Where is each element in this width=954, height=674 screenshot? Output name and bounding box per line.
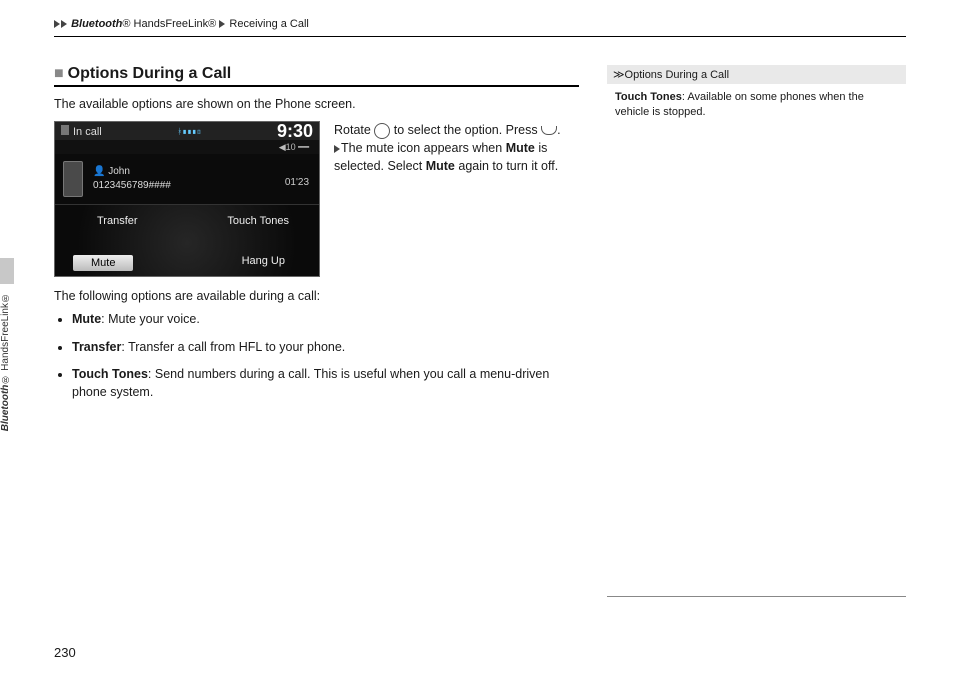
arrow-icon (61, 20, 67, 28)
side-column: ≫Options During a Call Touch Tones: Avai… (607, 65, 906, 597)
txt: The mute icon appears when (341, 141, 506, 155)
margin-label: Bluetooth® HandsFreeLink® (0, 292, 11, 431)
section-intro: The available options are shown on the P… (54, 97, 579, 111)
list-item: Mute: Mute your voice. (72, 311, 579, 329)
list-lead: The following options are available duri… (54, 289, 579, 303)
section-title: ■Options During a Call (54, 65, 579, 87)
call-duration: 01'23 (285, 176, 309, 190)
arrow-icon (219, 20, 225, 28)
list-item: Transfer: Transfer a call from HFL to yo… (72, 339, 579, 357)
options-list: Mute: Mute your voice. Transfer: Transfe… (54, 311, 579, 401)
press-knob-icon (541, 126, 557, 135)
option-transfer: Transfer (97, 215, 138, 227)
tab-marker (0, 258, 14, 284)
bt-signal-icon: ᚼ▮▮▮▯ (177, 127, 201, 136)
option-hang-up: Hang Up (242, 255, 285, 267)
breadcrumb-l1-suffix: ® HandsFreeLink® (122, 18, 216, 30)
txt-bold: Mute (506, 141, 535, 155)
side-term: Touch Tones (615, 91, 682, 103)
arrow-icon (334, 145, 340, 153)
margin-tab: Bluetooth® HandsFreeLink® (0, 258, 14, 444)
option-touch-tones: Touch Tones (227, 215, 289, 227)
desc: : Transfer a call from HFL to your phone… (121, 340, 345, 354)
breadcrumb-l2: Receiving a Call (229, 18, 308, 30)
list-item: Touch Tones: Send numbers during a call.… (72, 366, 579, 401)
manual-page: Bluetooth® HandsFreeLink® Receiving a Ca… (0, 0, 954, 674)
instruction-text: Rotate to select the option. Press . The… (334, 121, 579, 175)
term: Transfer (72, 340, 121, 354)
side-note-body: Touch Tones: Available on some phones wh… (607, 84, 906, 127)
caller-name: 👤 John (93, 165, 171, 179)
call-status: In call (73, 126, 102, 138)
txt: . (557, 123, 560, 137)
phone-status-icon (61, 125, 69, 135)
arrow-icon (54, 20, 60, 28)
side-title: Options During a Call (625, 69, 730, 81)
txt: again to turn it off. (455, 159, 558, 173)
txt-bold: Mute (426, 159, 455, 173)
clock: 9:30 (277, 121, 313, 142)
rotary-knob-icon (374, 123, 390, 139)
term: Mute (72, 312, 101, 326)
term: Touch Tones (72, 367, 148, 381)
volume-indicator: ◀10 ━━ (279, 142, 309, 153)
page-number: 230 (54, 645, 76, 660)
handset-icon (63, 161, 83, 197)
phone-screenshot: In call ᚼ▮▮▮▯ 9:30 ◀10 ━━ 👤 John 0123456… (54, 121, 320, 277)
breadcrumb: Bluetooth® HandsFreeLink® Receiving a Ca… (54, 18, 906, 37)
desc: : Mute your voice. (101, 312, 200, 326)
txt: to select the option. Press (390, 123, 541, 137)
side-note-header: ≫Options During a Call (607, 65, 906, 84)
option-mute-selected: Mute (73, 255, 133, 271)
breadcrumb-l1: Bluetooth (71, 18, 122, 30)
txt: Rotate (334, 123, 374, 137)
main-column: ■Options During a Call The available opt… (54, 65, 579, 597)
caller-number: 0123456789#### (93, 179, 171, 193)
section-title-text: Options During a Call (68, 65, 232, 82)
